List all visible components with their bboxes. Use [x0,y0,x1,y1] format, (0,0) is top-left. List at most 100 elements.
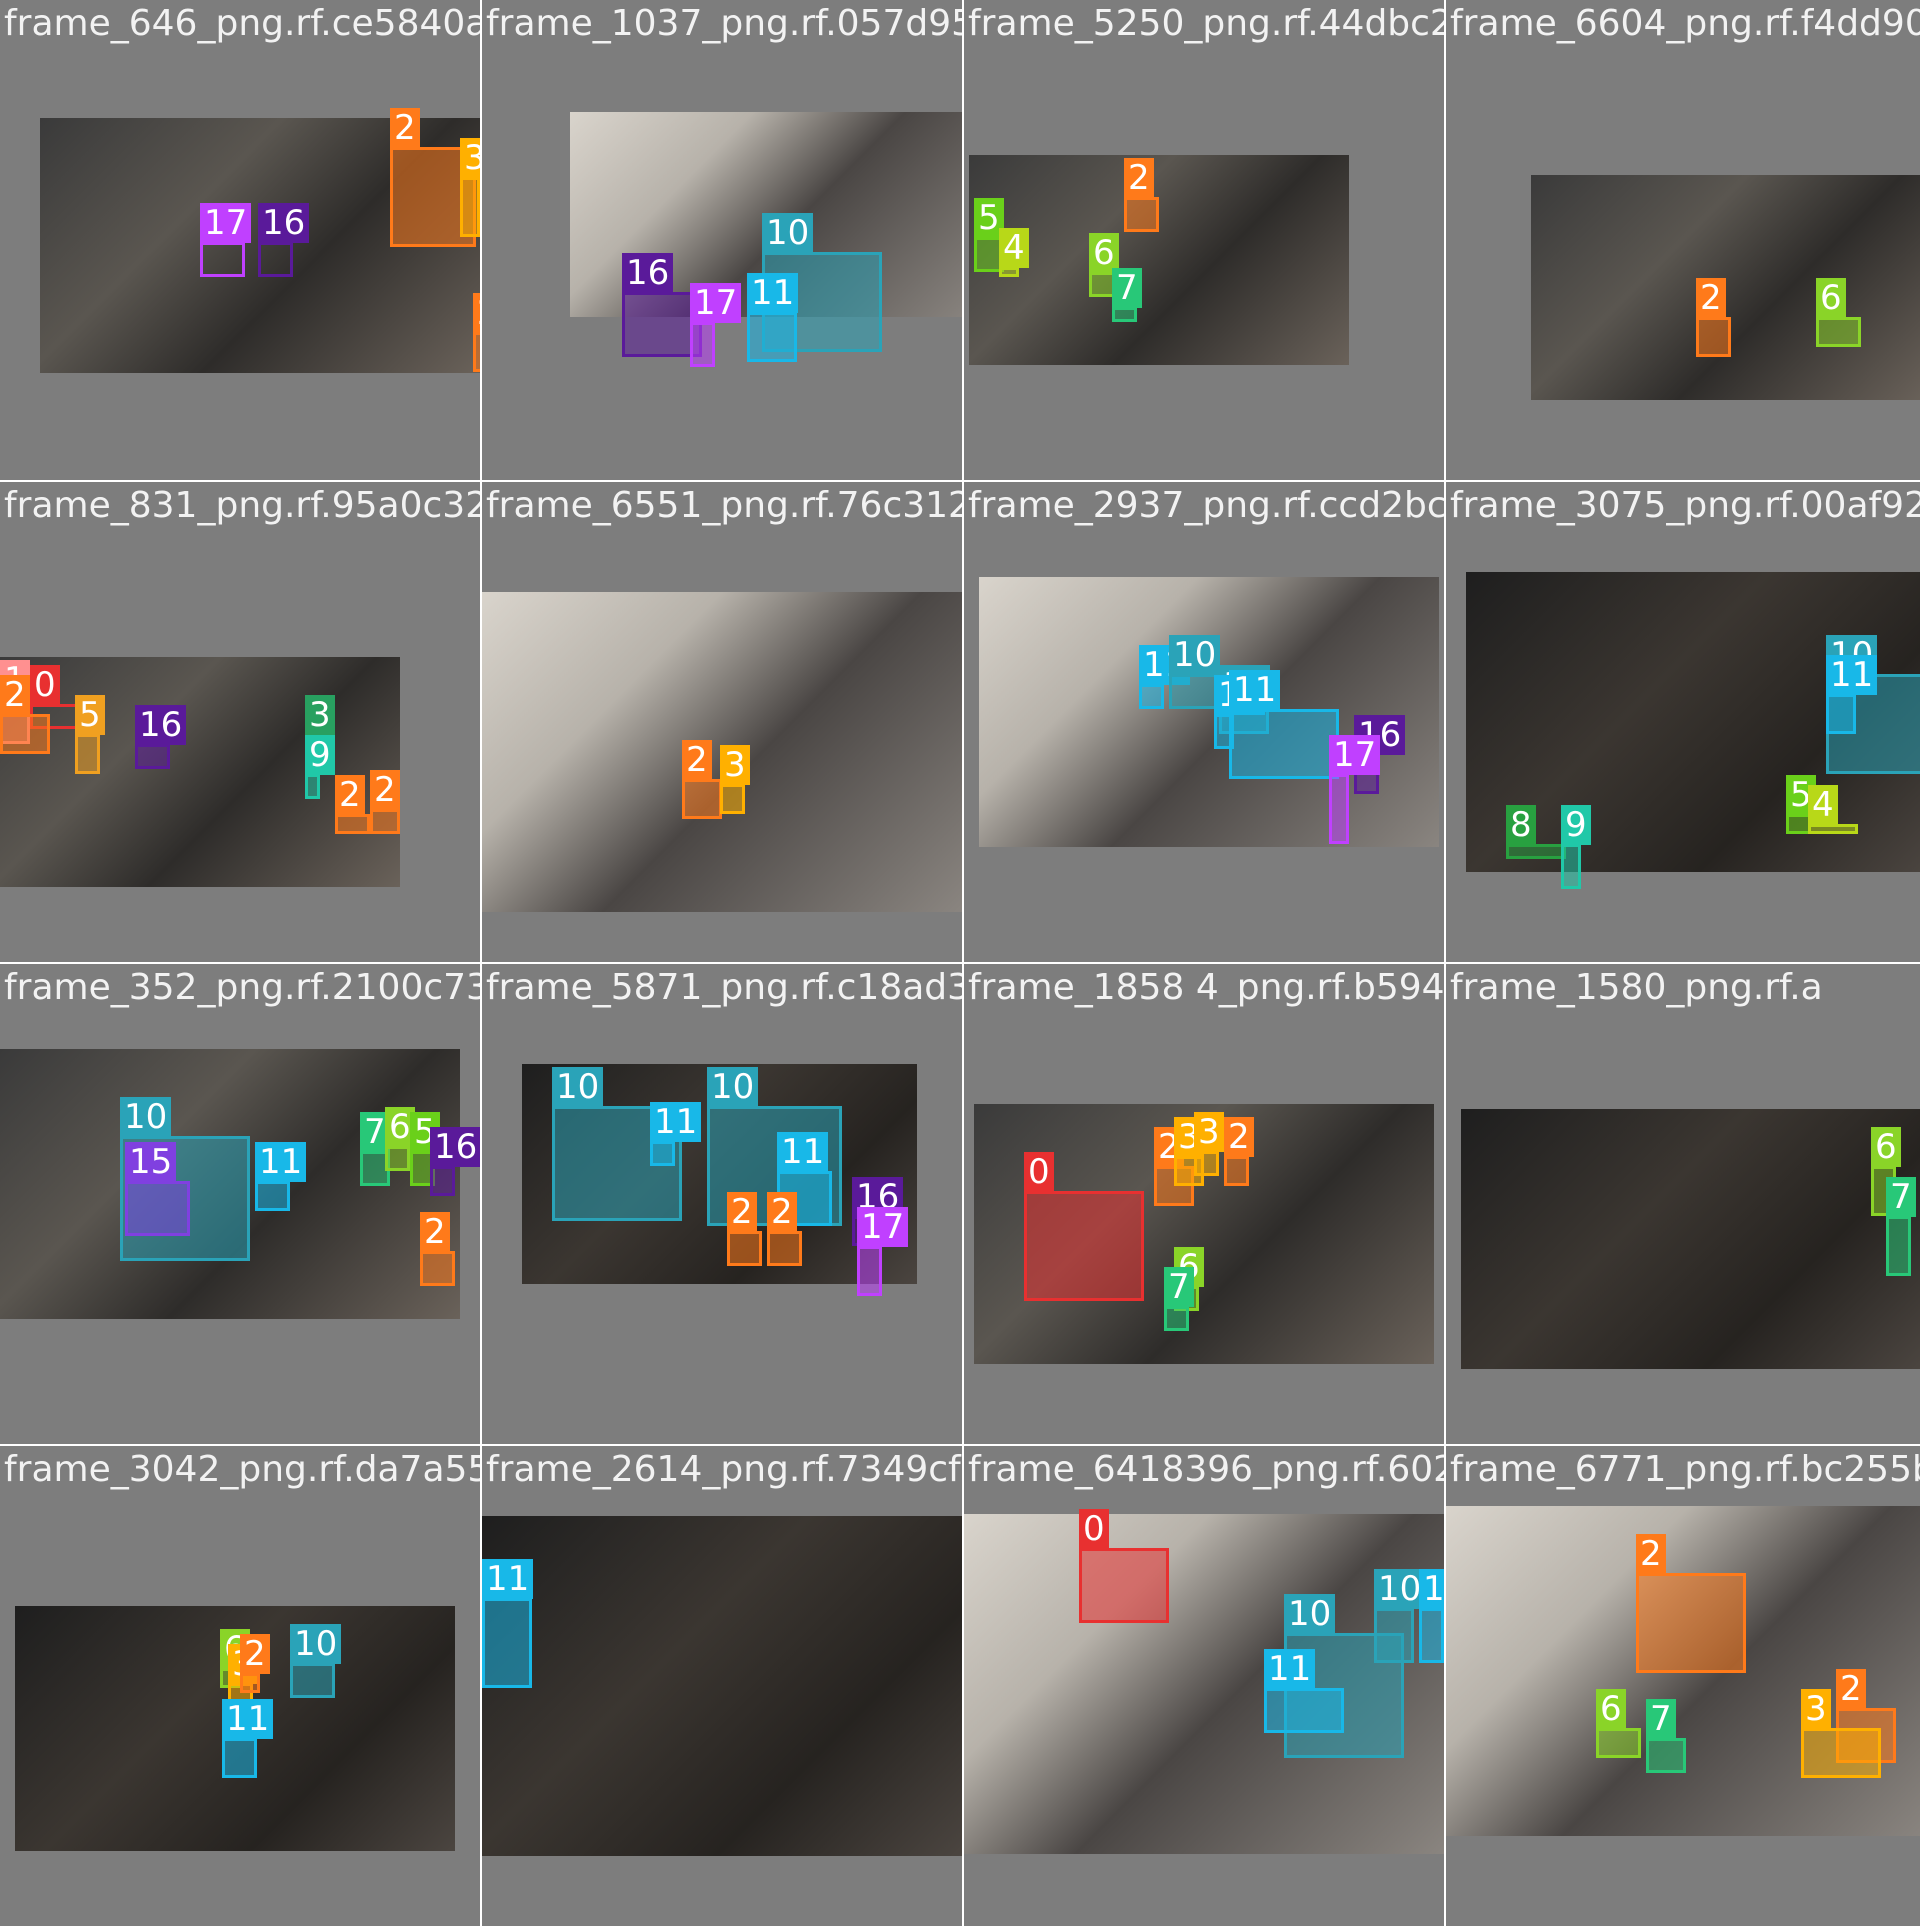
bounding-box: 16 [430,1127,480,1196]
class-label: 2 [1636,1534,1666,1574]
bounding-box: 2 [1696,278,1731,357]
class-label: 2 [390,108,420,148]
class-label: 11 [482,1559,534,1599]
bounding-box: 17 [690,283,742,367]
frame-filename: frame_6551_png.rf.76c3123 [486,485,962,526]
bounding-box: 11 [1826,655,1878,734]
class-label: 6 [1871,1127,1901,1167]
bounding-box: 6 [385,1107,415,1171]
class-label: 0 [1079,1509,1109,1549]
class-label: 10 [1169,635,1221,675]
bounding-box: 17 [1329,735,1381,844]
bounding-box: 2 [420,1212,455,1286]
frame-filename: frame_831_png.rf.95a0c32cfa71 06 3551 b9… [4,485,480,526]
class-label: 3 [460,138,480,178]
mosaic-tile: frame_6551_png.rf.76c3123 2 3 [482,482,962,962]
bounding-box: 2 [0,675,50,754]
bounding-box: 11 [747,273,799,362]
bounding-box: 8 [1506,805,1566,859]
bounding-box: 2 [473,293,480,372]
class-label: 9 [305,735,335,775]
bounding-box: 9 [305,735,335,799]
frame-filename: frame_1037_png.rf.057d95e44c4695250-874b… [486,3,962,44]
frame-photo [1461,1109,1920,1369]
class-label: 17 [200,203,252,243]
class-label: 16 [622,253,674,293]
bounding-box: 7 [1646,1699,1686,1773]
class-label: 10 [120,1097,172,1137]
bounding-box: 11 [1264,1649,1344,1733]
bounding-box: 3 [1194,1112,1224,1176]
image-grid: frame_646_png.rf.ce5840a7fab7e3b037cd933… [0,0,1920,1926]
bounding-box: 5 [75,695,105,774]
class-label: 17 [857,1207,909,1247]
bounding-box: 2 [727,1192,762,1266]
class-label: 3 [1801,1689,1831,1729]
class-label: 0 [30,665,60,705]
mosaic-tile: frame_352_png.rf.2100c73a9f357 54 567 1b… [0,964,480,1444]
frame-filename: frame_646_png.rf.ce5840a7fab7e3b037cd933 [4,3,480,44]
bounding-box: 0 [1024,1152,1144,1301]
class-label: 11 [650,1102,702,1142]
bounding-box: 2 [240,1634,270,1693]
bounding-box: 11 [255,1142,307,1211]
frame-filename: frame_5871_png.rf.c18ad37 [486,967,962,1008]
class-label: 5 [75,695,105,735]
class-label: 16 [258,203,310,243]
mosaic-tile: frame_831_png.rf.95a0c32cfa71 06 3551 b9… [0,482,480,962]
bounding-box: 17 [200,203,252,277]
class-label: 9 [1561,805,1591,845]
frame-filename: frame_6418396_png.rf.602fabc [968,1449,1444,1490]
mosaic-tile: frame_6604_png.rf.f4dd90c 6 2 [1446,0,1920,480]
bounding-box: 7 [1886,1177,1916,1276]
frame-filename: frame_5250_png.rf.44dbc2ef1c35 1e8624a5f [968,3,1444,44]
mosaic-tile: frame_1580_png.rf.a 6 7 [1446,964,1920,1444]
bounding-box: 7 [1112,268,1142,322]
mosaic-tile: frame_3075_png.rf.00af92ac10118954 [1446,482,1920,962]
class-label: 2 [370,770,400,810]
mosaic-tile: frame_6771_png.rf.bc255bd8 2 2 67 3 [1446,1446,1920,1926]
mosaic-tile: frame_5871_png.rf.c18ad37 10 10 11 11 2 2 16 17 [482,964,962,1444]
bounding-box: 3 [460,138,480,237]
frame-filename: frame_1858 4_png.rf.b59469e914a 6 1580 [968,967,1444,1008]
mosaic-tile: frame_2937_png.rf.ccd2bcdfd87ea 3075 a9c… [964,482,1444,962]
bounding-box: 17 [857,1207,909,1296]
class-label: 2 [473,293,480,333]
class-label: 2 [420,1212,450,1252]
class-label: 4 [999,228,1029,268]
class-label: 2 [727,1192,757,1232]
class-label: 2 [1836,1669,1866,1709]
class-label: 3 [1194,1112,1224,1152]
bounding-box: 2 [1224,1117,1254,1186]
class-label: 16 [135,705,187,745]
bounding-box: 3 [1801,1689,1881,1778]
class-label: 3 [720,745,750,785]
bounding-box: 6 [1596,1689,1641,1758]
class-label: 2 [1124,158,1154,198]
bounding-box: 11 [222,1699,274,1778]
class-label: 3 [305,695,335,735]
class-label: 11 [1419,1569,1444,1609]
bounding-box: 9 [1561,805,1591,889]
class-label: 7 [1886,1177,1916,1217]
frame-filename: frame_2937_png.rf.ccd2bcdfd87ea 3075 a9c [968,485,1444,526]
class-label: 2 [1224,1117,1254,1157]
frame-filename: frame_3042_png.rf.da7a557 [4,1449,480,1490]
class-label: 10 [1284,1594,1336,1634]
class-label: 11 [1229,670,1281,710]
class-label: 10 [762,213,814,253]
bounding-box: 7 [1164,1267,1194,1331]
class-label: 7 [1646,1699,1676,1739]
class-label: 10 [552,1067,604,1107]
bounding-box: 4 [999,228,1029,277]
class-label: 11 [255,1142,307,1182]
class-label: 10 [1374,1569,1426,1609]
bounding-box: 2 [767,1192,802,1266]
bounding-box: 15 [125,1142,190,1236]
class-label: 8 [1506,805,1536,845]
bounding-box: 11 [482,1559,534,1688]
bounding-box: 6 [1816,278,1861,347]
bounding-box: 11 [1229,670,1339,779]
class-label: 2 [767,1192,797,1232]
mosaic-tile: frame_1037_png.rf.057d95e44c4695250-874b… [482,0,962,480]
